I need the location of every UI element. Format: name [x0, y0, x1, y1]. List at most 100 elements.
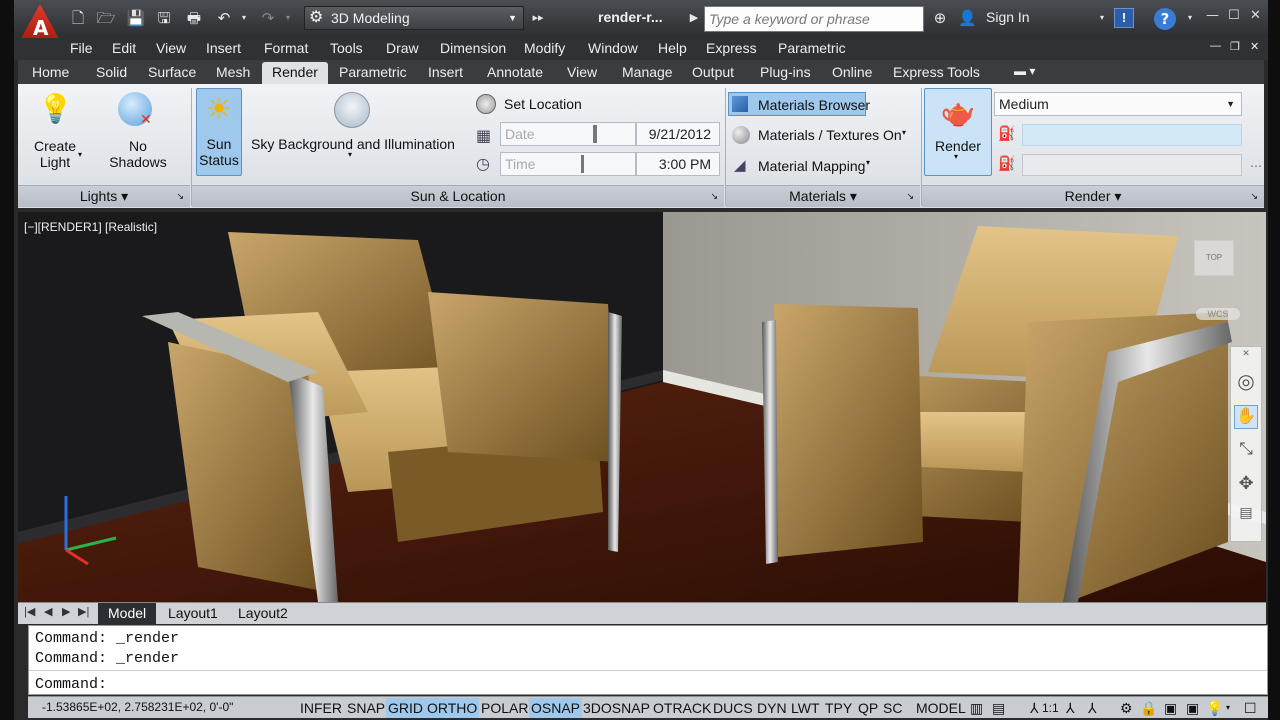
wcs-menu[interactable]: WCS — [1196, 308, 1240, 320]
viewcube[interactable]: TOP — [1194, 240, 1234, 276]
tab-home[interactable]: Home — [32, 64, 69, 80]
last-layout-icon[interactable]: ▶| — [78, 605, 89, 618]
status-toggle-grid[interactable]: GRID — [386, 698, 425, 718]
more-options-icon[interactable]: … — [1250, 156, 1262, 170]
next-layout-icon[interactable]: ▶ — [62, 605, 70, 618]
model-space-toggle[interactable]: MODEL — [914, 698, 968, 718]
status-menu-icon[interactable]: ▾ — [1224, 698, 1232, 718]
tab-plugins[interactable]: Plug-ins — [760, 64, 811, 80]
annotation-scale[interactable]: 1:1 — [1040, 698, 1061, 718]
showmotion-icon[interactable]: ▤ — [1235, 505, 1257, 521]
hardware-acceleration-icon[interactable]: ▣ — [1162, 698, 1179, 718]
redo-dropdown-icon[interactable]: ▾ — [278, 8, 298, 28]
status-toggle-osnap[interactable]: OSNAP — [529, 698, 583, 718]
doc-restore-icon[interactable]: ❐ — [1230, 40, 1240, 53]
render-dropdown-icon[interactable]: ▾ — [954, 152, 958, 161]
command-prompt[interactable]: Command: — [35, 676, 107, 693]
navbar-close-icon[interactable]: ✕ — [1235, 349, 1257, 359]
status-toggle-3dosnap[interactable]: 3DOSNAP — [581, 698, 652, 718]
status-toggle-infer[interactable]: INFER — [298, 698, 344, 718]
maximize-icon[interactable]: ☐ — [1228, 8, 1240, 23]
mapping-dropdown-icon[interactable]: ▾ — [866, 158, 870, 167]
status-toggle-otrack[interactable]: OTRACK — [651, 698, 713, 718]
menu-dimension[interactable]: Dimension — [440, 40, 506, 56]
plot-icon[interactable]: 🖶 — [184, 8, 204, 28]
first-layout-icon[interactable]: |◀ — [24, 605, 35, 618]
exchange-icon[interactable]: ! — [1114, 8, 1134, 28]
sign-in-link[interactable]: Sign In — [986, 9, 1030, 25]
textures-dropdown-icon[interactable]: ▾ — [902, 128, 906, 137]
status-toggle-polar[interactable]: POLAR — [479, 698, 530, 718]
menu-edit[interactable]: Edit — [112, 40, 136, 56]
status-toggle-dyn[interactable]: DYN — [755, 698, 789, 718]
menu-parametric[interactable]: Parametric — [778, 40, 846, 56]
save-icon[interactable]: 💾 — [126, 8, 146, 28]
tab-surface[interactable]: Surface — [148, 64, 196, 80]
menu-modify[interactable]: Modify — [524, 40, 565, 56]
help-icon[interactable]: ? — [1154, 8, 1176, 30]
materials-textures-button[interactable]: Materials / Textures On — [758, 127, 902, 143]
date-slider[interactable]: Date — [500, 122, 636, 146]
binoculars-icon[interactable]: ⊕ — [928, 8, 952, 28]
minimize-icon[interactable]: — — [1206, 8, 1219, 23]
status-toggle-sc[interactable]: SC — [881, 698, 904, 718]
status-toggle-snap[interactable]: SNAP — [345, 698, 387, 718]
tab-insert[interactable]: Insert — [428, 64, 463, 80]
status-toggle-qp[interactable]: QP — [856, 698, 880, 718]
workspace-switch-icon[interactable]: ⚙ — [1118, 698, 1135, 718]
time-slider-thumb[interactable] — [581, 155, 584, 173]
performance-icon[interactable]: ▣ — [1184, 698, 1201, 718]
status-toggle-ortho[interactable]: ORTHO — [425, 698, 480, 718]
undo-icon[interactable]: ↶ — [214, 8, 234, 28]
material-mapping-button[interactable]: Material Mapping — [758, 158, 865, 174]
tab-annotate[interactable]: Annotate — [487, 64, 543, 80]
sky-dropdown-icon[interactable]: ▾ — [348, 150, 352, 159]
help-dropdown-icon[interactable]: ▾ — [1180, 8, 1200, 28]
customize-qat-icon[interactable]: ▸▸ — [528, 8, 548, 28]
undo-dropdown-icon[interactable]: ▾ — [234, 8, 254, 28]
tab-online[interactable]: Online — [832, 64, 872, 80]
render-settings-icon[interactable]: ⛽ — [998, 156, 1015, 172]
create-light-dropdown-icon[interactable]: ▾ — [78, 150, 82, 159]
sign-in-dropdown-icon[interactable]: ▾ — [1092, 8, 1112, 28]
panel-launcher-icon[interactable]: ↘ — [1250, 186, 1258, 206]
ribbon-options-icon[interactable]: ▬ ▾ — [1014, 64, 1035, 78]
menu-tools[interactable]: Tools — [330, 40, 363, 56]
status-toggle-lwt[interactable]: LWT — [789, 698, 822, 718]
tab-parametric[interactable]: Parametric — [339, 64, 407, 80]
orbit-icon[interactable]: ✥ — [1235, 473, 1257, 494]
tab-render[interactable]: Render — [262, 62, 328, 84]
quick-view-layouts-icon[interactable]: ▥ — [968, 698, 985, 718]
lights-panel-title[interactable]: Lights ▾ ↘ — [18, 185, 190, 207]
status-toggle-ducs[interactable]: DUCS — [711, 698, 755, 718]
tab-mesh[interactable]: Mesh — [216, 64, 250, 80]
panel-launcher-icon[interactable]: ↘ — [176, 186, 184, 206]
clean-screen-icon[interactable]: ☐ — [1242, 698, 1259, 718]
steering-wheel-icon[interactable]: ◎ — [1235, 369, 1257, 393]
lock-ui-icon[interactable]: 🔒 — [1138, 698, 1159, 718]
materials-panel-title[interactable]: Materials ▾ ↘ — [726, 185, 920, 207]
quick-view-drawings-icon[interactable]: ▤ — [990, 698, 1007, 718]
autoscale-icon[interactable]: ⅄ — [1086, 698, 1099, 718]
doc-minimize-icon[interactable]: — — [1210, 40, 1221, 52]
menu-insert[interactable]: Insert — [206, 40, 241, 56]
menu-help[interactable]: Help — [658, 40, 687, 56]
annotation-visibility-icon[interactable]: ⅄ — [1064, 698, 1077, 718]
create-light-button[interactable]: Create Light — [30, 138, 80, 170]
menu-window[interactable]: Window — [588, 40, 638, 56]
date-slider-thumb[interactable] — [593, 125, 597, 143]
render-quality-select[interactable]: Medium ▼ — [994, 92, 1242, 116]
status-toggle-tpy[interactable]: TPY — [823, 698, 854, 718]
tab-manage[interactable]: Manage — [622, 64, 673, 80]
tab-solid[interactable]: Solid — [96, 64, 127, 80]
new-file-icon[interactable]: 🗋 — [68, 8, 88, 28]
tab-express-tools[interactable]: Express Tools — [893, 64, 980, 80]
close-icon[interactable]: ✕ — [1250, 8, 1261, 23]
expand-arrow-icon[interactable]: ▶ — [684, 8, 704, 28]
tab-layout2[interactable]: Layout2 — [238, 605, 288, 621]
panel-launcher-icon[interactable]: ↘ — [710, 186, 718, 206]
sky-background-button[interactable]: Sky Background and Illumination — [250, 136, 456, 152]
sun-location-panel-title[interactable]: Sun & Location ↘ — [192, 185, 724, 207]
date-field[interactable]: 9/21/2012 — [636, 122, 720, 146]
tab-model[interactable]: Model — [98, 603, 157, 625]
